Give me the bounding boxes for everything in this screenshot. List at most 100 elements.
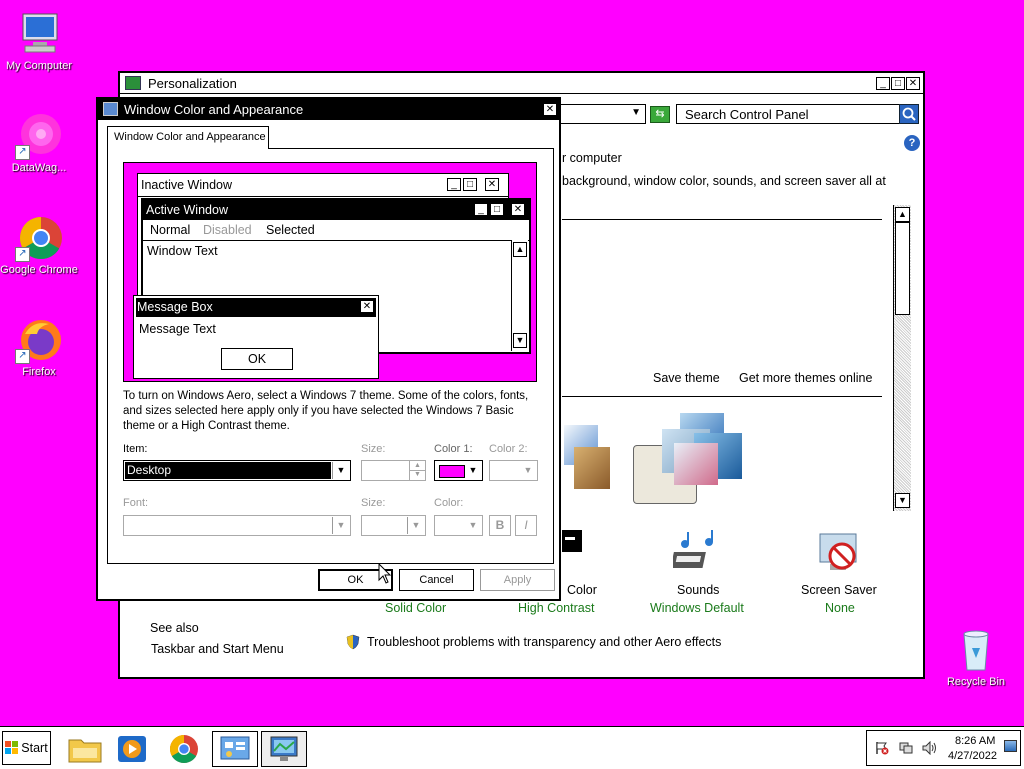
size-label: Size: bbox=[361, 443, 386, 455]
theme-list[interactable]: Save theme Get more themes online ▲ ▼ bbox=[560, 205, 911, 511]
size-spinner[interactable]: ▲ ▼ bbox=[361, 460, 426, 481]
item-label: Item: bbox=[123, 443, 148, 455]
sounds-label[interactable]: Sounds bbox=[677, 583, 719, 597]
color1-dropdown-icon[interactable]: ▼ bbox=[465, 462, 481, 479]
item-dropdown-icon[interactable]: ▼ bbox=[332, 462, 349, 479]
appearance-preview[interactable]: Inactive Window _ □ ✕ Active Window _ □ … bbox=[123, 162, 537, 382]
preview-close-icon: ✕ bbox=[360, 300, 374, 313]
item-select[interactable]: Desktop ▼ bbox=[123, 460, 351, 481]
help-icon[interactable]: ? bbox=[904, 135, 920, 151]
desktop-icon-datawag[interactable]: ↗ DataWag... bbox=[0, 112, 79, 175]
font-size-select[interactable]: ▼ bbox=[361, 515, 426, 536]
computer-icon bbox=[15, 10, 63, 58]
theme-thumbnail[interactable] bbox=[650, 413, 750, 493]
color1-swatch bbox=[439, 465, 465, 478]
taskbar-explorer[interactable] bbox=[63, 731, 107, 767]
color-value[interactable]: Solid Color bbox=[385, 601, 446, 615]
color1-picker[interactable]: ▼ bbox=[434, 460, 483, 481]
scroll-down-button[interactable]: ▼ bbox=[895, 493, 910, 508]
desktop-icon-label: Firefox bbox=[22, 366, 56, 378]
tab-panel: Inactive Window _ □ ✕ Active Window _ □ … bbox=[107, 148, 554, 564]
font-size-dropdown-icon[interactable]: ▼ bbox=[407, 517, 424, 534]
scroll-up-button[interactable]: ▲ bbox=[895, 207, 910, 222]
font-color-picker[interactable]: ▼ bbox=[434, 515, 483, 536]
taskbar-media-player[interactable] bbox=[110, 731, 154, 767]
font-label: Font: bbox=[123, 497, 149, 509]
desktop-icon-google-chrome[interactable]: ↗ Google Chrome bbox=[0, 214, 79, 277]
dialog-close-button[interactable]: ✕ bbox=[543, 102, 557, 116]
personalization-titlebar[interactable]: Personalization _ □ ✕ bbox=[120, 73, 923, 94]
minimize-button[interactable]: _ bbox=[876, 76, 890, 90]
desktop-icon-firefox[interactable]: ↗ Firefox bbox=[0, 316, 79, 379]
desktop-icon-label: Recycle Bin bbox=[946, 676, 1006, 688]
show-desktop-button[interactable] bbox=[1004, 740, 1017, 752]
search-icon bbox=[902, 107, 916, 121]
italic-button[interactable]: I bbox=[515, 515, 537, 536]
preview-maximize-icon: □ bbox=[490, 203, 504, 216]
msgbox-ok-button: OK bbox=[221, 348, 293, 370]
taskbar-personalization[interactable] bbox=[261, 731, 307, 767]
address-dropdown-icon[interactable]: ▼ bbox=[631, 107, 641, 118]
search-button[interactable] bbox=[899, 104, 919, 124]
font-color-dropdown-icon[interactable]: ▼ bbox=[465, 517, 481, 534]
volume-icon[interactable] bbox=[922, 740, 938, 756]
address-bar[interactable]: ▼ bbox=[560, 104, 646, 124]
preview-minimize-icon: _ bbox=[447, 178, 461, 191]
msgbox-text: Message Text bbox=[139, 322, 216, 336]
color2-picker[interactable]: ▼ bbox=[489, 460, 538, 481]
desktop-icon-recycle-bin[interactable]: Recycle Bin bbox=[936, 626, 1016, 689]
taskbar-control-panel[interactable] bbox=[212, 731, 258, 767]
get-more-themes-link[interactable]: Get more themes online bbox=[739, 371, 872, 385]
desktop-background-thumb[interactable] bbox=[562, 530, 582, 552]
dialog-app-icon bbox=[103, 102, 118, 116]
action-center-icon[interactable] bbox=[875, 741, 889, 755]
color2-dropdown-icon[interactable]: ▼ bbox=[520, 462, 536, 479]
high-contrast-value[interactable]: High Contrast bbox=[518, 601, 594, 615]
windows-logo-icon bbox=[5, 741, 19, 754]
start-button[interactable]: Start bbox=[2, 731, 51, 765]
screen-saver-label[interactable]: Screen Saver bbox=[801, 583, 877, 597]
taskbar: Start 8:26 AM 4/27/2022 bbox=[0, 726, 1024, 769]
folder-icon bbox=[68, 739, 102, 763]
font-dropdown-icon[interactable]: ▼ bbox=[332, 517, 349, 534]
tab-window-color[interactable]: Window Color and Appearance bbox=[107, 126, 269, 149]
theme-list-divider bbox=[562, 396, 882, 397]
bold-button[interactable]: B bbox=[489, 515, 511, 536]
window-color-dialog: Window Color and Appearance ✕ Window Col… bbox=[96, 97, 561, 601]
search-input[interactable]: Search Control Panel bbox=[685, 107, 809, 122]
font-color-label: Color: bbox=[434, 497, 464, 509]
active-titlebar: Active Window _ □ ✕ bbox=[143, 200, 529, 220]
apply-button[interactable]: Apply bbox=[480, 569, 555, 591]
save-theme-link[interactable]: Save theme bbox=[653, 371, 720, 385]
shield-icon bbox=[346, 634, 360, 650]
preview-minimize-icon: _ bbox=[474, 203, 488, 216]
taskbar-start-menu-link[interactable]: Taskbar and Start Menu bbox=[151, 642, 284, 656]
network-icon[interactable] bbox=[899, 741, 913, 755]
close-button[interactable]: ✕ bbox=[906, 76, 920, 90]
shortcut-arrow-icon: ↗ bbox=[15, 247, 30, 262]
spinner-down-icon[interactable]: ▼ bbox=[409, 470, 425, 480]
sounds-value[interactable]: Windows Default bbox=[650, 601, 744, 615]
dialog-titlebar[interactable]: Window Color and Appearance ✕ bbox=[98, 99, 559, 120]
preview-maximize-icon: □ bbox=[463, 178, 477, 191]
screen-saver-value[interactable]: None bbox=[825, 601, 855, 615]
theme-thumbnail[interactable] bbox=[564, 419, 618, 494]
see-also-heading: See also bbox=[150, 621, 199, 635]
clock-time[interactable]: 8:26 AM bbox=[955, 735, 995, 747]
search-box[interactable]: Search Control Panel bbox=[676, 104, 900, 124]
scroll-thumb[interactable] bbox=[895, 222, 910, 315]
dialog-title: Window Color and Appearance bbox=[124, 101, 304, 117]
maximize-button[interactable]: □ bbox=[891, 76, 905, 90]
desktop-icon-my-computer[interactable]: My Computer bbox=[0, 10, 79, 73]
datawag-icon: ↗ bbox=[15, 112, 63, 160]
taskbar-chrome[interactable] bbox=[162, 731, 206, 767]
theme-list-scrollbar[interactable]: ▲ ▼ bbox=[893, 205, 911, 511]
refresh-button[interactable]: ⇆ bbox=[650, 106, 670, 123]
cancel-button[interactable]: Cancel bbox=[399, 569, 474, 591]
display-settings-icon bbox=[270, 736, 298, 761]
troubleshoot-link[interactable]: Troubleshoot problems with transparency … bbox=[367, 635, 721, 649]
system-tray: 8:26 AM 4/27/2022 bbox=[866, 730, 1021, 766]
font-select[interactable]: ▼ bbox=[123, 515, 351, 536]
color-label[interactable]: Color bbox=[567, 583, 597, 597]
clock-date[interactable]: 4/27/2022 bbox=[948, 750, 997, 762]
